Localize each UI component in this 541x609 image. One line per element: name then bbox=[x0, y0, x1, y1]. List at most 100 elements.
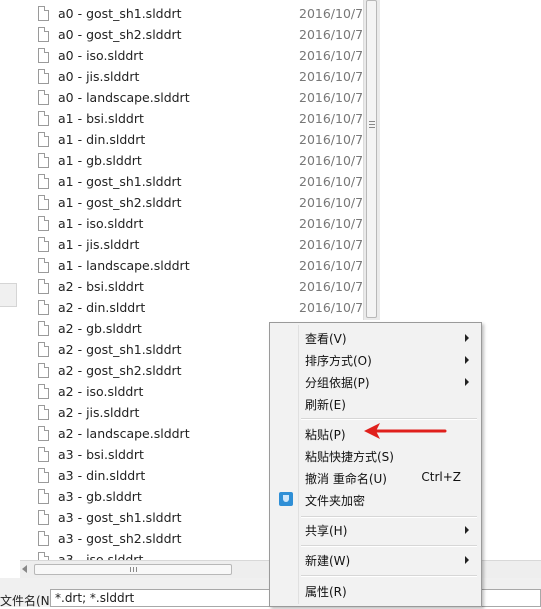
file-date: 2016/10/7 bbox=[299, 27, 364, 42]
file-name: a2 - iso.slddrt bbox=[58, 384, 144, 399]
file-name: a0 - gost_sh1.slddrt bbox=[58, 6, 182, 21]
file-row[interactable]: a1 - iso.slddrt 2016/10/7 bbox=[38, 214, 368, 235]
menu-item-label: 排序方式(O) bbox=[305, 354, 372, 368]
file-name: a3 - din.slddrt bbox=[58, 468, 146, 483]
file-icon bbox=[38, 468, 49, 483]
menu-item-label: 查看(V) bbox=[305, 332, 347, 346]
file-icon bbox=[38, 531, 49, 546]
context-menu: 查看(V) 排序方式(O) 分组依据(P) 刷新(E) 粘贴(P) 粘贴快捷方式… bbox=[269, 322, 482, 607]
file-icon bbox=[38, 342, 49, 357]
file-name: a1 - gost_sh1.slddrt bbox=[58, 174, 182, 189]
file-icon bbox=[38, 405, 49, 420]
menu-item-properties[interactable]: 属性(R) bbox=[272, 580, 479, 601]
file-name: a1 - gb.slddrt bbox=[58, 153, 142, 168]
menu-item-label: 文件夹加密 bbox=[305, 494, 366, 508]
scroll-left-arrow-icon[interactable] bbox=[22, 565, 27, 573]
file-name: a3 - gost_sh1.slddrt bbox=[58, 510, 182, 525]
file-row[interactable]: a0 - gost_sh2.slddrt 2016/10/7 bbox=[38, 25, 368, 46]
file-icon bbox=[38, 111, 49, 126]
file-icon bbox=[38, 174, 49, 189]
menu-separator bbox=[301, 516, 477, 518]
file-row[interactable]: a0 - landscape.slddrt 2016/10/7 bbox=[38, 88, 368, 109]
file-icon bbox=[38, 489, 49, 504]
file-date: 2016/10/7 bbox=[299, 153, 364, 168]
file-icon bbox=[38, 321, 49, 336]
file-icon bbox=[38, 279, 49, 294]
file-date: 2016/10/7 bbox=[299, 90, 364, 105]
file-row[interactable]: a1 - bsi.slddrt 2016/10/7 bbox=[38, 109, 368, 130]
file-icon bbox=[38, 237, 49, 252]
submenu-arrow-icon bbox=[465, 556, 469, 564]
file-row[interactable]: a1 - gost_sh1.slddrt 2016/10/7 bbox=[38, 172, 368, 193]
submenu-arrow-icon bbox=[465, 356, 469, 364]
file-row[interactable]: a0 - jis.slddrt 2016/10/7 bbox=[38, 67, 368, 88]
menu-item-folder-encrypt[interactable]: 文件夹加密 bbox=[272, 489, 479, 510]
file-icon bbox=[38, 69, 49, 84]
file-name: a2 - jis.slddrt bbox=[58, 405, 140, 420]
menu-item-label: 刷新(E) bbox=[305, 398, 346, 412]
file-date: 2016/10/7 bbox=[299, 6, 364, 21]
file-icon bbox=[38, 153, 49, 168]
file-icon bbox=[38, 363, 49, 378]
file-row[interactable]: a1 - gost_sh2.slddrt 2016/10/7 bbox=[38, 193, 368, 214]
menu-item-label: 粘贴(P) bbox=[305, 428, 346, 442]
scroll-grip-icon bbox=[130, 567, 137, 572]
menu-item-share[interactable]: 共享(H) bbox=[272, 519, 479, 540]
file-row[interactable]: a0 - iso.slddrt 2016/10/7 bbox=[38, 46, 368, 67]
menu-item-label: 共享(H) bbox=[305, 524, 348, 538]
file-row[interactable]: a1 - jis.slddrt 2016/10/7 bbox=[38, 235, 368, 256]
file-icon bbox=[38, 132, 49, 147]
menu-item-label: 粘贴快捷方式(S) bbox=[305, 450, 394, 464]
horizontal-scroll-thumb[interactable] bbox=[34, 564, 232, 575]
file-date: 2016/10/7 bbox=[299, 132, 364, 147]
file-row[interactable]: a1 - gb.slddrt 2016/10/7 bbox=[38, 151, 368, 172]
file-icon bbox=[38, 90, 49, 105]
file-icon bbox=[38, 426, 49, 441]
file-date: 2016/10/7 bbox=[299, 300, 364, 315]
file-date: 2016/10/7 bbox=[299, 237, 364, 252]
vertical-scroll-thumb[interactable] bbox=[366, 0, 377, 318]
menu-item-view[interactable]: 查看(V) bbox=[272, 327, 479, 348]
file-name: a2 - landscape.slddrt bbox=[58, 426, 190, 441]
file-name: a1 - landscape.slddrt bbox=[58, 258, 190, 273]
file-name: a0 - iso.slddrt bbox=[58, 48, 144, 63]
file-name: a3 - gost_sh2.slddrt bbox=[58, 531, 182, 546]
submenu-arrow-icon bbox=[465, 526, 469, 534]
file-icon bbox=[38, 510, 49, 525]
menu-item-group-by[interactable]: 分组依据(P) bbox=[272, 371, 479, 392]
file-date: 2016/10/7 bbox=[299, 111, 364, 126]
menu-item-sort[interactable]: 排序方式(O) bbox=[272, 349, 479, 370]
file-icon bbox=[38, 447, 49, 462]
file-row[interactable]: a0 - gost_sh1.slddrt 2016/10/7 bbox=[38, 4, 368, 25]
menu-item-label: 分组依据(P) bbox=[305, 376, 370, 390]
file-name: a2 - gost_sh1.slddrt bbox=[58, 342, 182, 357]
file-row[interactable]: a2 - din.slddrt 2016/10/7 bbox=[38, 298, 368, 319]
submenu-arrow-icon bbox=[465, 334, 469, 342]
file-name: a3 - bsi.slddrt bbox=[58, 447, 144, 462]
file-icon bbox=[38, 6, 49, 21]
file-name: a2 - gost_sh2.slddrt bbox=[58, 363, 182, 378]
menu-separator bbox=[301, 418, 477, 420]
file-icon bbox=[38, 27, 49, 42]
file-name: a0 - gost_sh2.slddrt bbox=[58, 27, 182, 42]
file-name: a2 - bsi.slddrt bbox=[58, 279, 144, 294]
menu-item-paste-shortcut[interactable]: 粘贴快捷方式(S) bbox=[272, 445, 479, 466]
file-row[interactable]: a1 - din.slddrt 2016/10/7 bbox=[38, 130, 368, 151]
vertical-scrollbar[interactable] bbox=[363, 0, 380, 320]
file-date: 2016/10/7 bbox=[299, 258, 364, 273]
file-icon bbox=[38, 216, 49, 231]
file-name: a2 - din.slddrt bbox=[58, 300, 146, 315]
file-row[interactable]: a2 - bsi.slddrt 2016/10/7 bbox=[38, 277, 368, 298]
menu-item-refresh[interactable]: 刷新(E) bbox=[272, 393, 479, 414]
file-date: 2016/10/7 bbox=[299, 195, 364, 210]
navigation-pane-edge[interactable] bbox=[0, 283, 17, 307]
file-date: 2016/10/7 bbox=[299, 174, 364, 189]
menu-item-new[interactable]: 新建(W) bbox=[272, 549, 479, 570]
file-row[interactable]: a1 - landscape.slddrt 2016/10/7 bbox=[38, 256, 368, 277]
file-icon bbox=[38, 48, 49, 63]
file-name: a1 - jis.slddrt bbox=[58, 237, 140, 252]
file-icon bbox=[38, 384, 49, 399]
menu-item-undo-rename[interactable]: 撤消 重命名(U) Ctrl+Z bbox=[272, 467, 479, 488]
submenu-arrow-icon bbox=[465, 378, 469, 386]
file-name: a3 - gb.slddrt bbox=[58, 489, 142, 504]
